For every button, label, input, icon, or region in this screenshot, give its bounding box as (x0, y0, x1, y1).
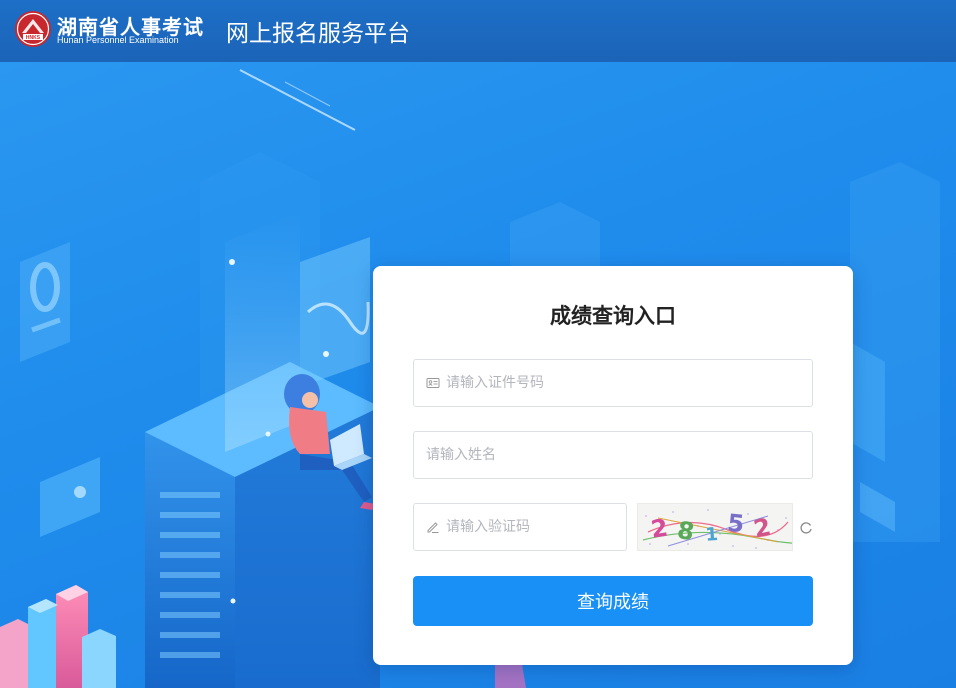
captcha-input[interactable] (446, 504, 626, 550)
decorative-bar-cluster (0, 585, 116, 688)
captcha-char: 2 (751, 510, 784, 544)
id-number-input[interactable] (446, 360, 812, 406)
logo-text: HNKS (26, 35, 41, 41)
score-query-card: 成绩查询入口 请输入证件号码 请输入姓名 请输入验证码 2 8 1 5 2 查询… (373, 266, 853, 665)
hnks-logo-icon: HNKS (15, 11, 51, 47)
captcha-field[interactable] (413, 503, 627, 551)
captcha-char: 8 (675, 515, 707, 549)
pencil-icon (427, 522, 439, 533)
query-score-button[interactable]: 查询成绩 (413, 576, 813, 626)
refresh-icon[interactable] (799, 520, 813, 534)
captcha-image[interactable]: 2 8 1 5 2 (637, 503, 793, 551)
name-field[interactable] (413, 431, 813, 479)
name-input[interactable] (414, 432, 812, 478)
captcha-char: 5 (726, 508, 756, 540)
card-title: 成绩查询入口 (550, 304, 676, 328)
id-number-field[interactable] (413, 359, 813, 407)
captcha-characters: 2 8 1 5 2 (638, 508, 792, 549)
top-header: HNKS 湖南省人事考试 Hunan Personnel Examination… (0, 0, 956, 62)
platform-title: 网上报名服务平台 (226, 21, 410, 47)
id-card-icon (426, 378, 440, 388)
brand-name-en: Hunan Personnel Examination (57, 35, 179, 45)
captcha-char: 1 (704, 522, 729, 546)
